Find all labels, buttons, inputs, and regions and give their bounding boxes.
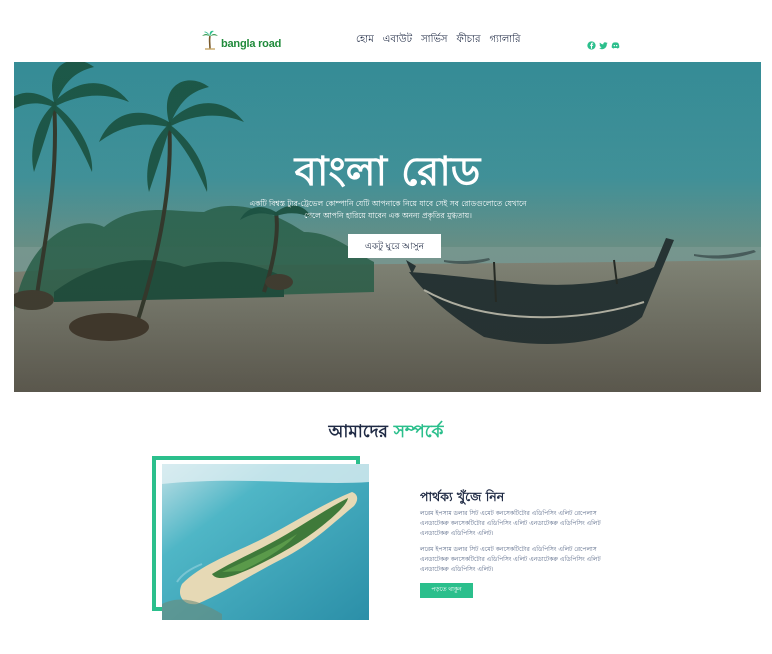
about-paragraph-1: লরেম ইপসাম ডলার সিট এমেট কনসেকটিটোর এডিপ… — [420, 510, 601, 537]
hero-beach-image — [14, 62, 761, 392]
nav-item-feature[interactable]: ফীচার — [457, 33, 481, 47]
read-more-button[interactable]: পড়তে থাকুন — [420, 583, 473, 598]
navbar: bangla road হোম এবাউট সার্ভিস ফীচার গ্যা… — [0, 0, 772, 62]
discord-icon[interactable] — [611, 35, 620, 49]
about-heading: পার্থক্য খুঁজে নিন — [420, 489, 505, 504]
nav-item-about[interactable]: এবাউট — [383, 33, 412, 47]
explore-button[interactable]: একটু ঘুরে আসুন — [348, 234, 441, 258]
about-paragraph-2: লরেম ইপসাম ডলার সিট এমেট কনসেকটিটোর এডিপ… — [420, 546, 601, 573]
social-links — [587, 35, 620, 50]
about-title: আমাদের সম্পর্কে — [0, 420, 772, 444]
brand-name: bangla road — [221, 38, 282, 50]
main-menu: হোম এবাউট সার্ভিস ফীচার গ্যালারি — [356, 33, 521, 47]
facebook-icon[interactable] — [587, 35, 596, 50]
hero-section: বাংলা রোড একটি বিশ্বস্ত ট্যুর-ট্রেভেল কো… — [14, 62, 761, 392]
hero-title: বাংলা রোড — [294, 149, 481, 195]
brand-logo[interactable]: bangla road — [201, 30, 281, 50]
about-title-accent: সম্পর্কে — [393, 422, 444, 442]
twitter-icon[interactable] — [599, 35, 608, 50]
palm-tree-icon — [202, 30, 218, 50]
about-title-main: আমাদের — [328, 422, 388, 442]
hero-subtitle: একটি বিশ্বস্ত ট্যুর-ট্রেভেল কোম্পানি যেট… — [249, 199, 527, 220]
nav-item-home[interactable]: হোম — [356, 33, 374, 47]
nav-item-gallery[interactable]: গ্যালারি — [489, 33, 520, 47]
nav-item-service[interactable]: সার্ভিস — [421, 33, 447, 47]
island-photo — [162, 464, 369, 620]
about-content: পার্থক্য খুঁজে নিন লরেম ইপসাম ডলার সিট এ… — [420, 488, 625, 598]
